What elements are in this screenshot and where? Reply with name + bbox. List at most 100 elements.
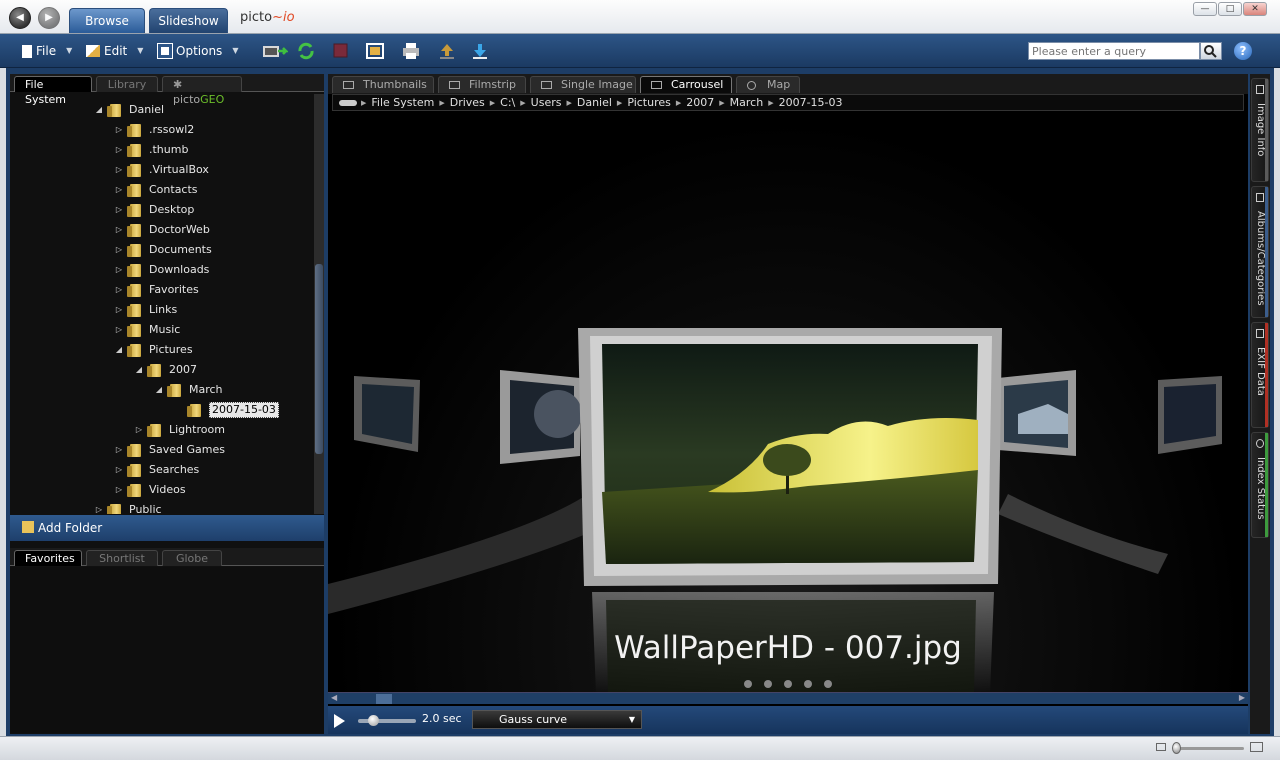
scroll-right-icon[interactable]: ▶ xyxy=(1239,693,1245,702)
breadcrumb-item[interactable]: Users xyxy=(526,96,567,109)
breadcrumb-item[interactable]: File System xyxy=(366,96,439,109)
tab-favorites[interactable]: Favorites xyxy=(14,550,82,566)
forward-button[interactable]: ▶ xyxy=(38,7,60,29)
tab-exif-data[interactable]: EXIF Data xyxy=(1251,322,1269,428)
expand-arrow-icon[interactable]: ▷ xyxy=(114,140,124,160)
tree-item[interactable]: ◢ 2007 xyxy=(134,360,197,380)
tree-item[interactable]: ▷ Desktop xyxy=(114,200,194,220)
edit-menu[interactable]: Edit ▼ xyxy=(86,42,143,60)
scrollbar-thumb[interactable] xyxy=(315,264,323,454)
close-window-button[interactable]: ✕ xyxy=(1243,2,1267,16)
expand-arrow-icon[interactable]: ▷ xyxy=(114,200,124,220)
tree-item[interactable]: ▷ Links xyxy=(114,300,177,320)
zoom-in-icon[interactable] xyxy=(1250,742,1263,752)
expand-arrow-icon[interactable]: ▷ xyxy=(114,220,124,240)
back-button[interactable]: ◀ xyxy=(9,7,31,29)
tab-carousel[interactable]: Carrousel xyxy=(640,76,732,93)
transition-curve-select[interactable]: Gauss curve ▼ xyxy=(472,710,642,729)
refresh-icon[interactable] xyxy=(296,42,316,60)
tab-library[interactable]: Library xyxy=(96,76,158,92)
tab-single-image[interactable]: Single Image xyxy=(530,76,636,93)
tab-thumbnails[interactable]: Thumbnails xyxy=(332,76,434,93)
upload-icon[interactable] xyxy=(437,42,457,60)
tree-item[interactable]: ▷ Downloads xyxy=(114,260,209,280)
zoom-out-icon[interactable] xyxy=(1156,743,1166,751)
search-button[interactable] xyxy=(1200,42,1222,60)
breadcrumb-item[interactable]: Daniel xyxy=(572,96,617,109)
tree-item[interactable]: ▷ Searches xyxy=(114,460,199,480)
breadcrumb-item[interactable]: Pictures xyxy=(622,96,676,109)
expand-arrow-icon[interactable]: ▷ xyxy=(114,120,124,140)
carousel-scrollbar[interactable]: ◀ ▶ xyxy=(328,692,1248,704)
tree-item[interactable]: ▷ Videos xyxy=(114,480,186,500)
carousel-dot[interactable] xyxy=(744,680,752,688)
tree-item[interactable]: ▷ .rssowl2 xyxy=(114,120,194,140)
scroll-left-icon[interactable]: ◀ xyxy=(331,693,337,702)
tree-item[interactable]: ▷ Lightroom xyxy=(134,420,225,440)
expand-arrow-icon[interactable]: ▷ xyxy=(114,440,124,460)
help-button[interactable]: ? xyxy=(1234,42,1252,60)
interval-slider[interactable] xyxy=(358,715,416,726)
search-input[interactable] xyxy=(1028,42,1200,60)
tab-shortlist[interactable]: Shortlist xyxy=(86,550,158,566)
slider-knob[interactable] xyxy=(368,715,379,726)
tab-index-status[interactable]: Index Status xyxy=(1251,432,1269,538)
tree-item[interactable]: ◢ Pictures xyxy=(114,340,193,360)
carousel-dot[interactable] xyxy=(764,680,772,688)
expand-arrow-icon[interactable]: ▷ xyxy=(114,180,124,200)
tree-item[interactable]: ▷ Public xyxy=(94,500,162,514)
expand-arrow-icon[interactable]: ▷ xyxy=(114,320,124,340)
fullscreen-icon[interactable] xyxy=(365,42,385,60)
zoom-knob[interactable] xyxy=(1172,742,1181,754)
options-menu[interactable]: Options ▼ xyxy=(157,42,238,60)
tree-item[interactable]: ◢ March xyxy=(154,380,223,400)
expand-arrow-icon[interactable]: ▷ xyxy=(134,420,144,440)
expand-arrow-icon[interactable]: ▷ xyxy=(114,460,124,480)
minimize-button[interactable]: — xyxy=(1193,2,1217,16)
file-menu[interactable]: File ▼ xyxy=(22,42,72,60)
tree-item[interactable]: ◢ Daniel xyxy=(94,100,164,120)
tab-map[interactable]: Map xyxy=(736,76,800,93)
breadcrumb-item[interactable]: C:\ xyxy=(495,96,520,109)
tree-item[interactable]: ▷ Documents xyxy=(114,240,212,260)
tab-albums-categories[interactable]: Albums/Categories xyxy=(1251,186,1269,318)
tab-filmstrip[interactable]: Filmstrip xyxy=(438,76,526,93)
tab-file-system[interactable]: File System xyxy=(14,76,92,106)
expand-arrow-icon[interactable]: ▷ xyxy=(114,260,124,280)
tab-image-info[interactable]: Image Info xyxy=(1251,78,1269,182)
tab-globe[interactable]: Globe xyxy=(162,550,222,566)
breadcrumb-item[interactable]: March xyxy=(725,96,769,109)
tree-scrollbar[interactable] xyxy=(314,94,324,514)
collapse-arrow-icon[interactable]: ◢ xyxy=(134,360,144,380)
download-icon[interactable] xyxy=(470,42,490,60)
expand-arrow-icon[interactable]: ▷ xyxy=(114,280,124,300)
zoom-slider[interactable] xyxy=(1174,747,1244,750)
tab-slideshow[interactable]: Slideshow xyxy=(149,8,228,33)
breadcrumb-item[interactable]: 2007 xyxy=(681,96,719,109)
maximize-button[interactable]: □ xyxy=(1218,2,1242,16)
tab-pictogeo[interactable]: ✱ pictoGEO xyxy=(162,76,242,106)
tree-item[interactable]: ▷ Saved Games xyxy=(114,440,225,460)
breadcrumb-item[interactable]: Drives xyxy=(445,96,490,109)
stop-icon[interactable] xyxy=(331,42,351,60)
tree-item[interactable]: ▷ .thumb xyxy=(114,140,188,160)
expand-arrow-icon[interactable]: ▷ xyxy=(94,500,104,514)
tree-item[interactable]: ▷ Music xyxy=(114,320,180,340)
breadcrumb-item[interactable]: 2007-15-03 xyxy=(774,96,848,109)
expand-arrow-icon[interactable]: ▷ xyxy=(114,240,124,260)
tree-item[interactable]: ▷ Contacts xyxy=(114,180,198,200)
tree-item[interactable]: ▷ Favorites xyxy=(114,280,199,300)
tab-browse[interactable]: Browse xyxy=(69,8,145,33)
expand-arrow-icon[interactable]: ▷ xyxy=(114,160,124,180)
collapse-arrow-icon[interactable]: ◢ xyxy=(94,100,104,120)
carousel-dot[interactable] xyxy=(804,680,812,688)
carousel-dot[interactable] xyxy=(824,680,832,688)
import-icon[interactable] xyxy=(262,42,288,60)
expand-arrow-icon[interactable]: ▷ xyxy=(114,480,124,500)
scrollbar-thumb[interactable] xyxy=(376,694,392,704)
tree-item[interactable]: ▷ DoctorWeb xyxy=(114,220,210,240)
collapse-arrow-icon[interactable]: ◢ xyxy=(154,380,164,400)
add-folder-button[interactable]: Add Folder xyxy=(10,515,324,541)
tree-item[interactable]: ▷ .VirtualBox xyxy=(114,160,209,180)
print-icon[interactable] xyxy=(401,42,421,60)
